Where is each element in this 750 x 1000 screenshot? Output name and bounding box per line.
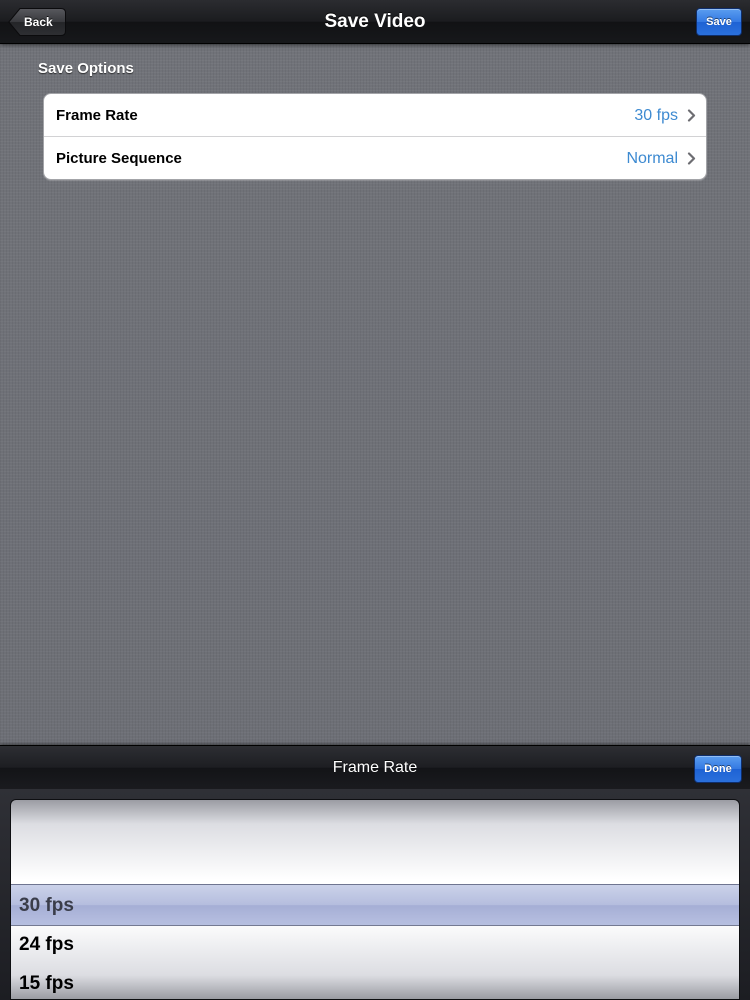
chevron-right-icon [687, 152, 696, 165]
option-row-picture-sequence[interactable]: Picture Sequence Normal [44, 137, 706, 179]
picker-frame: 30 fps 24 fps 15 fps [0, 789, 750, 1000]
section-header-save-options: Save Options [38, 60, 134, 77]
navigation-bar: Back Save Video Save [0, 0, 750, 44]
save-button[interactable]: Save [696, 8, 742, 36]
option-label: Picture Sequence [56, 150, 182, 167]
option-value: 30 fps [634, 107, 678, 124]
chevron-right-icon [687, 109, 696, 122]
picker-item-15-fps[interactable]: 15 fps [19, 964, 74, 999]
option-label: Frame Rate [56, 107, 138, 124]
frame-rate-picker-wheel[interactable]: 30 fps 24 fps 15 fps [10, 799, 740, 1000]
option-row-frame-rate[interactable]: Frame Rate 30 fps [44, 94, 706, 137]
picker-selection-indicator [11, 884, 739, 926]
picker-item-24-fps[interactable]: 24 fps [19, 925, 74, 964]
save-options-table: Frame Rate 30 fps Picture Sequence Norma… [43, 93, 707, 180]
picker-title: Frame Rate [332, 759, 418, 776]
option-value: Normal [626, 150, 678, 167]
picker-toolbar: Frame Rate Done [0, 745, 750, 789]
picker-item-30-fps[interactable]: 30 fps [19, 886, 74, 925]
page-title: Save Video [324, 11, 426, 32]
done-button[interactable]: Done [694, 755, 742, 783]
